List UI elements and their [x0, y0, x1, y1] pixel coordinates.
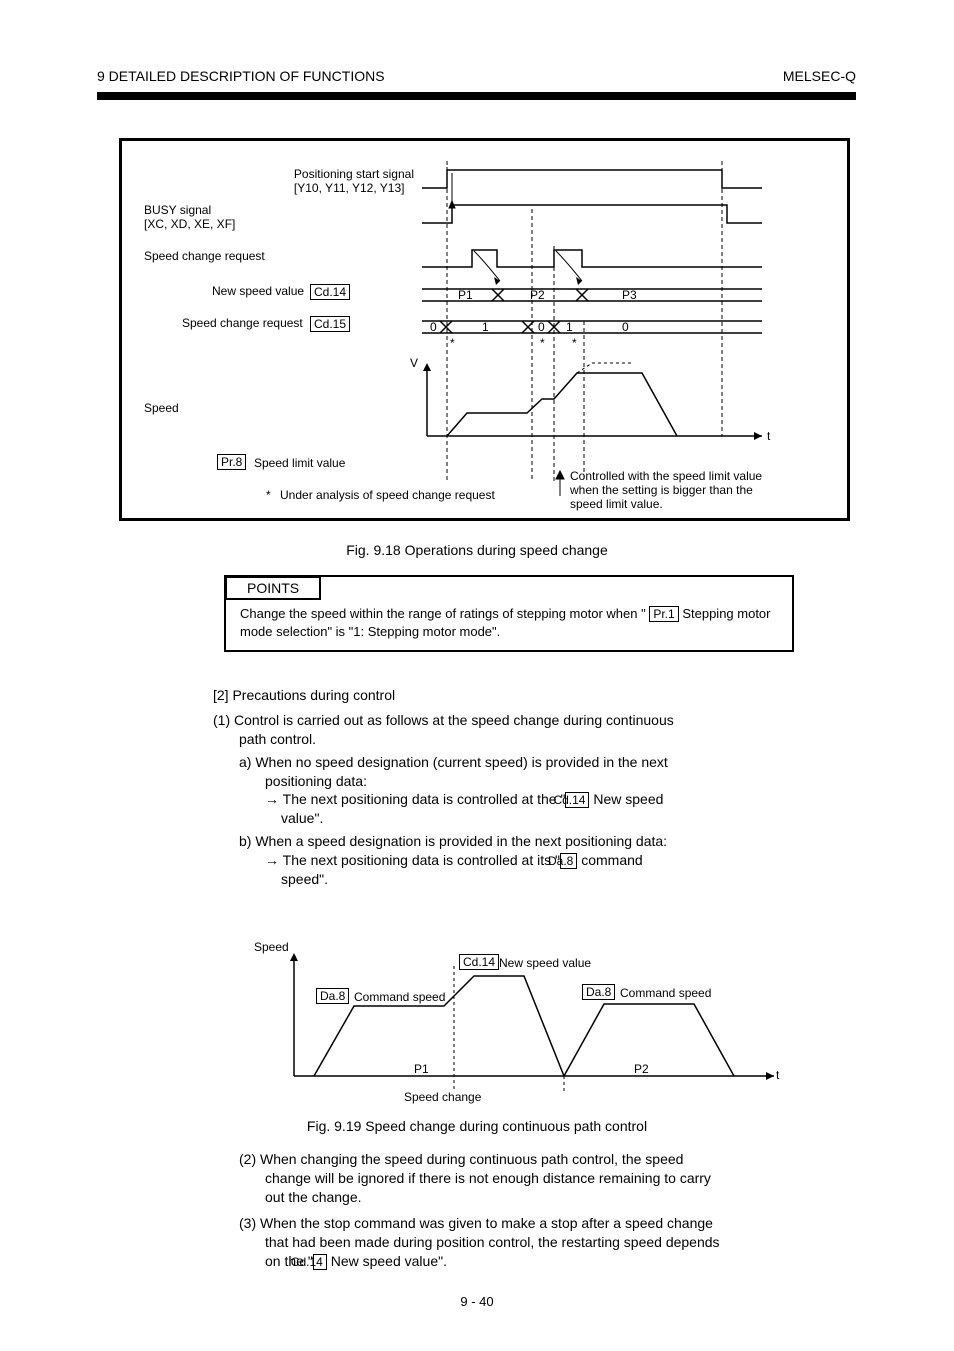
item-1a-text: When no speed designation (current speed…	[255, 754, 667, 789]
item-1b: b) When a speed designation is provided …	[213, 832, 803, 851]
cd15-val-0c: 0	[622, 320, 629, 334]
label-v: V	[410, 356, 418, 370]
note-ast: *	[266, 488, 271, 502]
label-speed: Speed	[144, 401, 179, 415]
label-busy: BUSY signal [XC, XD, XE, XF]	[144, 203, 235, 231]
fig2-da8: Da.8	[316, 988, 349, 1004]
fig2-speed-label: Speed	[254, 940, 289, 954]
fig2-cmd-speed: Command speed	[354, 990, 445, 1004]
fig-9-19-caption: Fig. 9.19 Speed change during continuous…	[0, 1118, 954, 1134]
box-cd14-a: Cd.14	[565, 792, 589, 808]
label-pr8: Speed limit value	[254, 456, 345, 470]
label-busy-txt: BUSY signal [XC, XD, XE, XF]	[144, 203, 235, 231]
cd15-val-0b: 0	[538, 320, 545, 334]
label-pos-start: Positioning start signal [Y10, Y11, Y12,…	[144, 167, 414, 195]
item-3-num: (3)	[239, 1215, 256, 1231]
cd15-val-1a: 1	[482, 320, 489, 334]
box-cd15: Cd.15	[310, 316, 350, 332]
label-t: t	[767, 429, 770, 443]
item-1-num: (1)	[213, 712, 230, 728]
cd15-val-0a: 0	[430, 320, 437, 334]
fig2-speed-change: Speed change	[404, 1090, 481, 1104]
ast2: *	[540, 336, 545, 350]
label-pos-start-txt: Positioning start signal [Y10, Y11, Y12,…	[294, 167, 414, 195]
header-page-title: MELSEC-Q	[783, 68, 856, 84]
footer-page-number: 9 - 40	[0, 1294, 954, 1309]
fig-9-18-caption: Fig. 9.18 Operations during speed change	[0, 542, 954, 558]
item-1b-text: When a speed designation is provided in …	[255, 833, 667, 849]
fig2-cd14: Cd.14	[459, 954, 499, 970]
box-pr8: Pr.8	[217, 454, 246, 470]
section-2-heading: [2] Precautions during control	[213, 686, 803, 705]
cd14-val-p3: P3	[622, 288, 637, 302]
item-2-num: (2)	[239, 1151, 256, 1167]
item-1b-arrow: → The next positioning data is controlle…	[213, 851, 803, 889]
item-1: (1) Control is carried out as follows at…	[213, 711, 803, 749]
header-rule	[97, 92, 856, 100]
figure-9-19: Speed Da.8 Command speed Cd.14 New speed…	[254, 936, 794, 1106]
item-1a-arrow-pre: → The next positioning data is controlle…	[265, 791, 565, 807]
item-1a: a) When no speed designation (current sp…	[213, 753, 803, 791]
item-3: (3) When the stop command was given to m…	[239, 1214, 825, 1271]
item-1b-roman: b)	[239, 833, 251, 849]
label-cd14-pre: New speed value	[212, 284, 304, 298]
cd15-val-1b: 1	[566, 320, 573, 334]
box-da8: Da.8	[560, 853, 577, 869]
item-1-pre: Control is carried out as follows at the…	[234, 712, 674, 747]
item-2-text: When changing the speed during continuou…	[260, 1151, 711, 1205]
fig2-t: t	[776, 1068, 779, 1082]
fig2-new-speed: New speed value	[499, 956, 591, 970]
item-1a-arrow: → The next positioning data is controlle…	[213, 790, 803, 828]
item-3-text-post: New speed value".	[327, 1253, 447, 1269]
arrow-note: Controlled with the speed limit value wh…	[570, 469, 762, 511]
item-1b-arrow-pre: → The next positioning data is controlle…	[265, 852, 560, 868]
item-2: (2) When changing the speed during conti…	[239, 1150, 825, 1207]
section-2: [2] Precautions during control (1) Contr…	[213, 686, 803, 889]
fig2-p1: P1	[414, 1062, 429, 1076]
ast1: *	[450, 336, 455, 350]
box-cd14-c: Cd.14	[313, 1254, 327, 1270]
points-title: POINTS	[225, 576, 321, 600]
ast3: *	[572, 336, 577, 350]
cd14-val-p1: P1	[458, 288, 473, 302]
fig2-da8-b: Da.8	[582, 984, 615, 1000]
points-box: POINTS Change the speed within the range…	[224, 575, 794, 652]
box-pr1: Pr.1	[649, 606, 678, 622]
note-star: Under analysis of speed change request	[280, 488, 495, 502]
label-cd15-pre: Speed change request	[182, 316, 303, 330]
fig2-p2: P2	[634, 1062, 649, 1076]
points-body-pre: Change the speed within the range of rat…	[240, 606, 646, 621]
item-1a-roman: a)	[239, 754, 251, 770]
box-cd14: Cd.14	[310, 284, 350, 300]
header-section: 9 DETAILED DESCRIPTION OF FUNCTIONS	[97, 68, 385, 84]
fig2-cmd-speed-b: Command speed	[620, 986, 711, 1000]
label-speed-change-req: Speed change request	[144, 249, 265, 263]
cd14-val-p2: P2	[530, 288, 545, 302]
figure-9-18-frame: Positioning start signal [Y10, Y11, Y12,…	[119, 138, 850, 521]
